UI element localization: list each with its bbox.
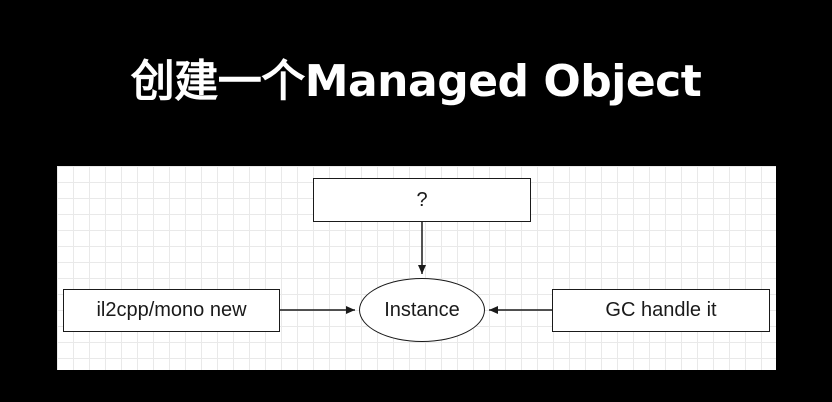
slide-title: 创建一个Managed Object	[130, 56, 702, 107]
diagram-canvas: ? il2cpp/mono new Instance GC handle it	[57, 166, 776, 370]
node-il2cpp-mono-new: il2cpp/mono new	[63, 289, 280, 332]
node-gc-handle-it: GC handle it	[552, 289, 770, 332]
node-instance: Instance	[359, 278, 485, 342]
node-unknown: ?	[313, 178, 531, 222]
